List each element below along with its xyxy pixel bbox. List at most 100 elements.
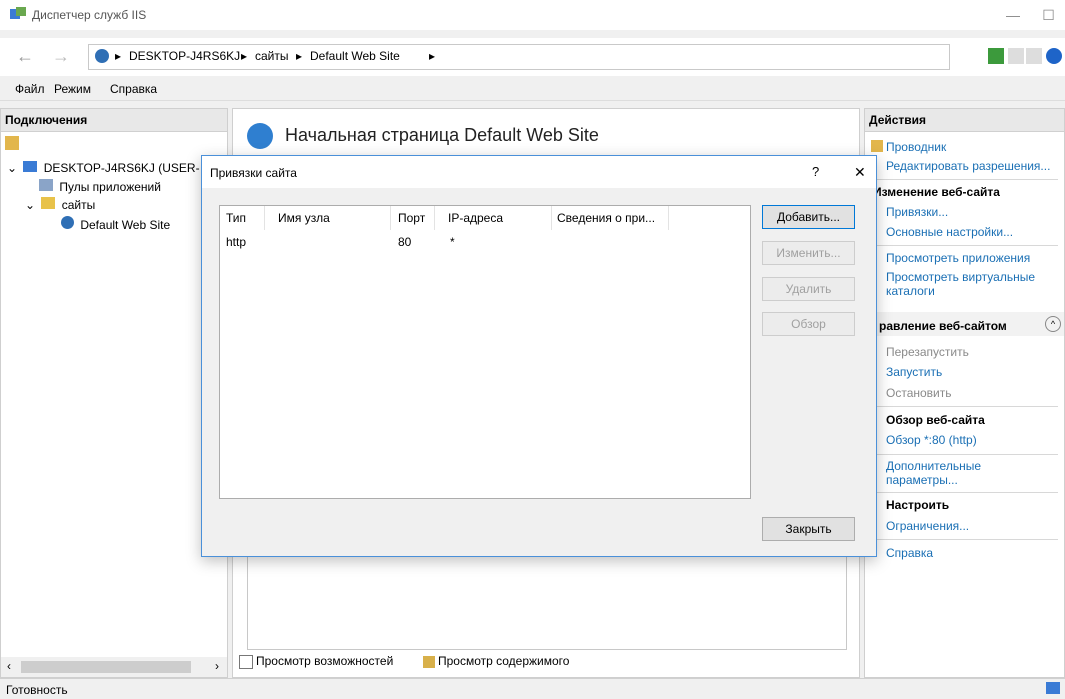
menu-file[interactable]: Файл — [15, 82, 45, 96]
breadcrumb-site[interactable]: Default Web Site — [310, 49, 400, 63]
divider — [873, 492, 1058, 493]
dialog-title: Привязки сайта — [210, 166, 297, 180]
refresh-icon[interactable] — [988, 48, 1004, 64]
action-restart[interactable]: Перезапустить — [886, 345, 969, 359]
action-limits[interactable]: Ограничения... — [886, 519, 969, 533]
connections-panel: Подключения ⌄ DESKTOP-J4RS6KJ (USER- Пул… — [0, 108, 228, 678]
remove-button[interactable]: Удалить — [762, 277, 855, 301]
dialog-title-bar: Привязки сайта ? ✕ — [202, 156, 876, 188]
browse-site-header: Обзор веб-сайта — [886, 413, 985, 427]
window-title: Диспетчер служб IIS — [32, 8, 147, 22]
tree-site-label: Default Web Site — [80, 218, 171, 232]
cell-ip[interactable]: * — [450, 235, 455, 249]
bindings-list[interactable]: Тип Имя узла Порт IP-адреса Сведения о п… — [219, 205, 751, 499]
cell-port[interactable]: 80 — [398, 235, 411, 249]
globe-icon — [61, 216, 74, 229]
divider — [873, 406, 1058, 407]
breadcrumb[interactable]: ▸ DESKTOP-J4RS6KJ ▸ сайты ▸ Default Web … — [88, 44, 950, 70]
app-pools-icon — [39, 179, 53, 191]
help-icon[interactable] — [1046, 48, 1062, 64]
column-port[interactable]: Порт — [398, 211, 425, 225]
scroll-right-icon[interactable]: › — [215, 659, 219, 673]
divider — [873, 245, 1058, 246]
chevron-down-icon[interactable]: ⌄ — [25, 198, 35, 212]
action-browse-80[interactable]: Обзор *:80 (http) — [886, 433, 977, 447]
horizontal-scrollbar[interactable]: ‹ › — [1, 657, 227, 677]
breadcrumb-sep-icon: ▸ — [296, 49, 303, 63]
status-text: Готовность — [6, 683, 68, 697]
cell-type[interactable]: http — [226, 235, 246, 249]
action-advanced-settings[interactable]: Дополнительные параметры... — [886, 459, 1046, 487]
folder-icon — [41, 197, 56, 209]
column-divider — [434, 206, 435, 230]
action-help[interactable]: Справка — [886, 546, 933, 560]
tree-sites[interactable]: ⌄ сайты — [25, 197, 95, 212]
collapse-icon[interactable]: ^ — [1045, 316, 1061, 332]
menu-help[interactable]: Справка — [110, 82, 157, 96]
action-edit-permissions[interactable]: Редактировать разрешения... — [886, 159, 1050, 173]
column-type[interactable]: Тип — [226, 211, 246, 225]
breadcrumb-sites[interactable]: сайты — [255, 49, 289, 63]
chevron-down-icon[interactable]: ⌄ — [7, 161, 17, 175]
home-icon[interactable] — [1026, 48, 1042, 64]
action-basic-settings[interactable]: Основные настройки... — [886, 225, 1013, 239]
breadcrumb-sep-icon: ▸ — [429, 49, 436, 63]
breadcrumb-sep-icon: ▸ — [241, 49, 248, 63]
iis-app-icon — [10, 7, 26, 21]
new-connection-icon[interactable] — [5, 136, 19, 150]
tree-site[interactable]: Default Web Site — [61, 216, 170, 232]
features-view-icon — [239, 654, 253, 669]
stop-icon[interactable] — [1008, 48, 1024, 64]
divider — [873, 539, 1058, 540]
manage-site-header: равление веб-сайтом — [879, 319, 1007, 333]
tab-features-view[interactable]: Просмотр возможностей — [239, 654, 393, 669]
action-start[interactable]: Запустить — [886, 365, 942, 379]
close-button[interactable]: Закрыть — [762, 517, 855, 541]
scroll-left-icon[interactable]: ‹ — [7, 659, 11, 673]
title-bar: Диспетчер служб IIS — ☐ — [0, 0, 1065, 30]
explore-icon — [871, 140, 883, 152]
dialog-help-button[interactable]: ? — [812, 164, 819, 179]
tree-app-pools-label: Пулы приложений — [59, 180, 161, 194]
breadcrumb-server[interactable]: DESKTOP-J4RS6KJ — [129, 49, 240, 63]
tree-server-label: DESKTOP-J4RS6KJ (USER- — [43, 161, 200, 175]
maximize-button[interactable]: ☐ — [1032, 0, 1065, 30]
server-icon — [23, 161, 38, 172]
content-view-label: Просмотр содержимого — [438, 654, 570, 668]
edit-button[interactable]: Изменить... — [762, 241, 855, 265]
add-button[interactable]: Добавить... — [762, 205, 855, 229]
edit-site-header: Изменение веб-сайта — [873, 185, 1000, 199]
minimize-button[interactable]: — — [990, 0, 1036, 30]
tree-sites-label: сайты — [61, 198, 96, 212]
action-view-apps[interactable]: Просмотреть приложения — [886, 251, 1030, 265]
dialog-close-icon[interactable]: ✕ — [854, 164, 866, 181]
column-divider — [551, 206, 552, 230]
content-view-icon — [423, 655, 435, 668]
site-bindings-dialog: Привязки сайта ? ✕ Тип Имя узла Порт IP-… — [201, 155, 877, 557]
column-ip[interactable]: IP-адреса — [448, 211, 503, 225]
actions-panel: Действия Проводник Редактировать разреше… — [864, 108, 1065, 678]
browse-button[interactable]: Обзор — [762, 312, 855, 336]
action-view-vdirs[interactable]: Просмотреть виртуальные каталоги — [886, 270, 1058, 298]
action-stop[interactable]: Остановить — [886, 386, 952, 400]
menu-bar: Файл Режим Справка — [0, 78, 1065, 101]
scrollbar-thumb[interactable] — [21, 661, 191, 673]
column-info[interactable]: Сведения о при... — [557, 211, 655, 225]
forward-icon[interactable]: → — [52, 46, 70, 67]
content-area — [247, 556, 847, 650]
divider — [873, 179, 1058, 180]
breadcrumb-sep-icon: ▸ — [115, 49, 122, 63]
features-view-label: Просмотр возможностей — [256, 654, 394, 668]
column-divider — [264, 206, 265, 230]
column-hostname[interactable]: Имя узла — [278, 211, 330, 225]
network-icon — [1046, 682, 1060, 694]
tree-app-pools[interactable]: Пулы приложений — [39, 179, 161, 194]
page-title: Начальная страница Default Web Site — [285, 125, 599, 145]
menu-view[interactable]: Режим — [54, 82, 91, 96]
tab-content-view[interactable]: Просмотр содержимого — [423, 654, 569, 668]
globe-icon — [95, 49, 109, 63]
tree-server[interactable]: ⌄ DESKTOP-J4RS6KJ (USER- — [7, 161, 200, 175]
back-icon[interactable]: ← — [16, 46, 34, 67]
action-explore[interactable]: Проводник — [886, 140, 946, 154]
action-bindings[interactable]: Привязки... — [886, 205, 948, 219]
